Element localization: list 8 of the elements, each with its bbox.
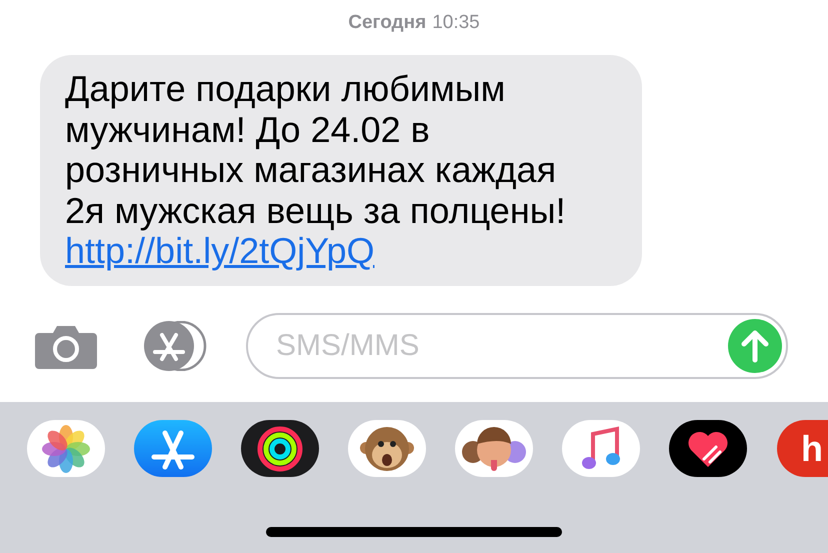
time-label: 10:35 <box>432 12 480 35</box>
message-text: Дарите подарки любимым мужчинам! До 24.02 в розничных магазинах каждая 2я мужская вещь за полцены! <box>65 69 567 231</box>
date-label: Сегодня <box>348 12 426 35</box>
camera-icon[interactable] <box>35 323 97 369</box>
message-input[interactable]: SMS/MMS <box>274 328 728 364</box>
message-field[interactable]: SMS/MMS <box>246 313 788 379</box>
message-link[interactable]: http://bit.ly/2tQjYpQ <box>65 231 374 272</box>
app-icon[interactable]: h <box>777 420 828 477</box>
